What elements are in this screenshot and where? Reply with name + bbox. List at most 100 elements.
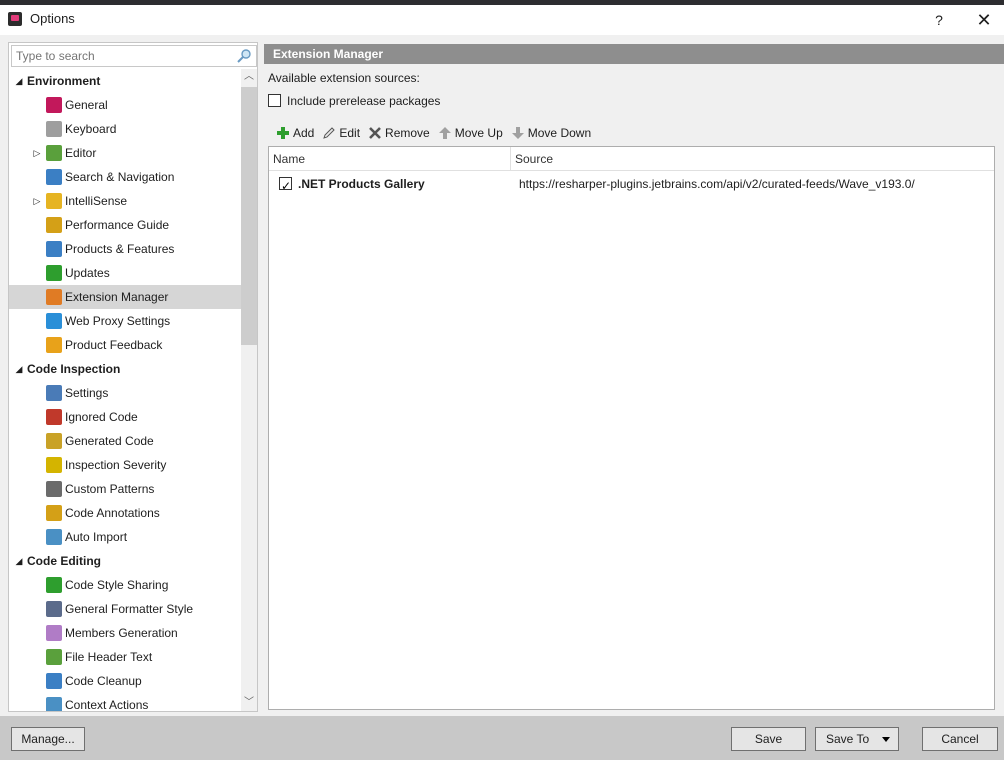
move-up-label: Move Up [454,126,503,140]
search-box [11,45,257,67]
tree-item[interactable]: Settings [9,381,241,405]
tree-item-label: Product Feedback [65,338,163,352]
tree-group[interactable]: ◢ Code Inspection [9,357,241,381]
tree-item[interactable]: Product Feedback [9,333,241,357]
table-row[interactable]: .NET Products Gallery https://resharper-… [269,173,994,197]
blocks-icon [46,241,62,257]
plus-icon [277,127,289,139]
tree-group[interactable]: ◢ Environment [9,69,241,93]
edit-label: Edit [339,126,361,140]
arrow-down-icon [511,127,524,139]
tree-item[interactable]: Performance Guide [9,213,241,237]
source-enabled-checkbox[interactable] [279,175,292,197]
scroll-up-arrow-icon[interactable]: ︿ [241,69,257,85]
tree-item-label: Inspection Severity [65,458,167,472]
move-up-button[interactable]: Move Up [438,126,503,140]
tree-item[interactable]: Search & Navigation [9,165,241,189]
source-name: .NET Products Gallery [298,177,425,191]
tree-item-label: Members Generation [65,626,178,640]
tree-group-label: Code Editing [27,554,101,568]
tree-item[interactable]: ▷ IntelliSense [9,189,241,213]
remove-button[interactable]: Remove [368,126,430,140]
tree-item[interactable]: Code Annotations [9,501,241,525]
tree-scrollbar[interactable]: ︿ ﹀ [241,69,257,711]
pencil-icon [323,127,336,139]
tree-item-label: Generated Code [65,434,154,448]
dialog-button-bar: Manage... Save Save To Cancel [0,716,1004,760]
formatter-icon [46,601,62,617]
arrow-up-icon [438,127,451,139]
cancel-button[interactable]: Cancel [922,727,998,751]
tree-item[interactable]: ▷ Editor [9,141,241,165]
tree-item[interactable]: Products & Features [9,237,241,261]
save-to-label: Save To [826,732,870,746]
table-header: Name Source [269,147,994,171]
tree-item[interactable]: General Formatter Style [9,597,241,621]
search-icon[interactable] [236,48,252,64]
manage-button[interactable]: Manage... [11,727,85,751]
scroll-thumb[interactable] [241,87,257,345]
settings-tree: ◢ Environment General Keyboard ▷ Editor Search… [9,69,241,711]
settings-navigation-panel: ◢EnvironmentGeneralKeyboard▷EditorSearch… [8,42,258,712]
tree-item[interactable]: Inspection Severity [9,453,241,477]
add-label: Add [293,126,315,140]
tree-item[interactable]: Custom Patterns [9,477,241,501]
tree-item[interactable]: Members Generation [9,621,241,645]
title-bar: Options ? ✕ [0,5,1004,35]
tree-item[interactable]: Code Style Sharing [9,573,241,597]
collapse-arrow-icon[interactable]: ◢ [13,549,25,573]
globe-icon [46,313,62,329]
extension-manager-page: Extension Manager Available extension so… [264,42,1004,712]
expand-arrow-icon[interactable]: ▷ [31,141,43,165]
add-button[interactable]: Add [276,126,314,140]
tree-item[interactable]: Ignored Code [9,405,241,429]
tree-group-label: Code Inspection [27,362,121,376]
collapse-arrow-icon[interactable]: ◢ [13,357,25,381]
pencil-icon [46,145,62,161]
tree-item[interactable]: Web Proxy Settings [9,309,241,333]
tree-item-label: File Header Text [65,650,153,664]
edit-button[interactable]: Edit [322,126,360,140]
prerelease-option[interactable]: Include prerelease packages [268,93,440,109]
close-button[interactable]: ✕ [972,9,996,31]
column-header-name[interactable]: Name [269,147,511,171]
sources-toolbar: Add Edit Remove Move Up Move Down [276,122,599,144]
tree-item[interactable]: General [9,93,241,117]
source-url: https://resharper-plugins.jetbrains.com/… [519,177,915,191]
header-icon [46,649,62,665]
tree-item[interactable]: Auto Import [9,525,241,549]
tree-item[interactable]: File Header Text [9,645,241,669]
scroll-down-arrow-icon[interactable]: ﹀ [241,695,257,711]
download-icon [46,265,62,281]
tree-item[interactable]: Keyboard [9,117,241,141]
resharper-icon [46,97,62,113]
tree-group-label: Environment [27,74,101,88]
tree-item-label: General [65,98,108,112]
column-header-source[interactable]: Source [511,147,994,171]
settings-icon [46,385,62,401]
tree-item[interactable]: Context Actions [9,693,241,711]
expand-arrow-icon[interactable]: ▷ [31,189,43,213]
tree-item[interactable]: Updates [9,261,241,285]
tree-item[interactable]: Code Cleanup [9,669,241,693]
annotations-icon [46,505,62,521]
save-button[interactable]: Save [731,727,806,751]
help-button[interactable]: ? [928,9,950,31]
tree-group[interactable]: ◢ Code Editing [9,549,241,573]
funnel-icon [46,529,62,545]
search-input[interactable] [12,46,230,66]
save-to-button[interactable]: Save To [815,727,899,751]
members-icon [46,625,62,641]
collapse-arrow-icon[interactable]: ◢ [13,69,25,93]
sources-table: Name Source .NET Products Gallery https:… [268,146,995,710]
tree-item[interactable]: Generated Code [9,429,241,453]
window-title: Options [30,11,75,26]
tree-item-label: Auto Import [65,530,128,544]
tree-item-label: IntelliSense [65,194,128,208]
tree-item[interactable]: Extension Manager [9,285,241,309]
prerelease-checkbox[interactable] [268,94,281,108]
tree-item-label: Code Style Sharing [65,578,169,592]
tree-item-label: Settings [65,386,109,400]
context-icon [46,697,62,711]
move-down-button[interactable]: Move Down [511,126,591,140]
